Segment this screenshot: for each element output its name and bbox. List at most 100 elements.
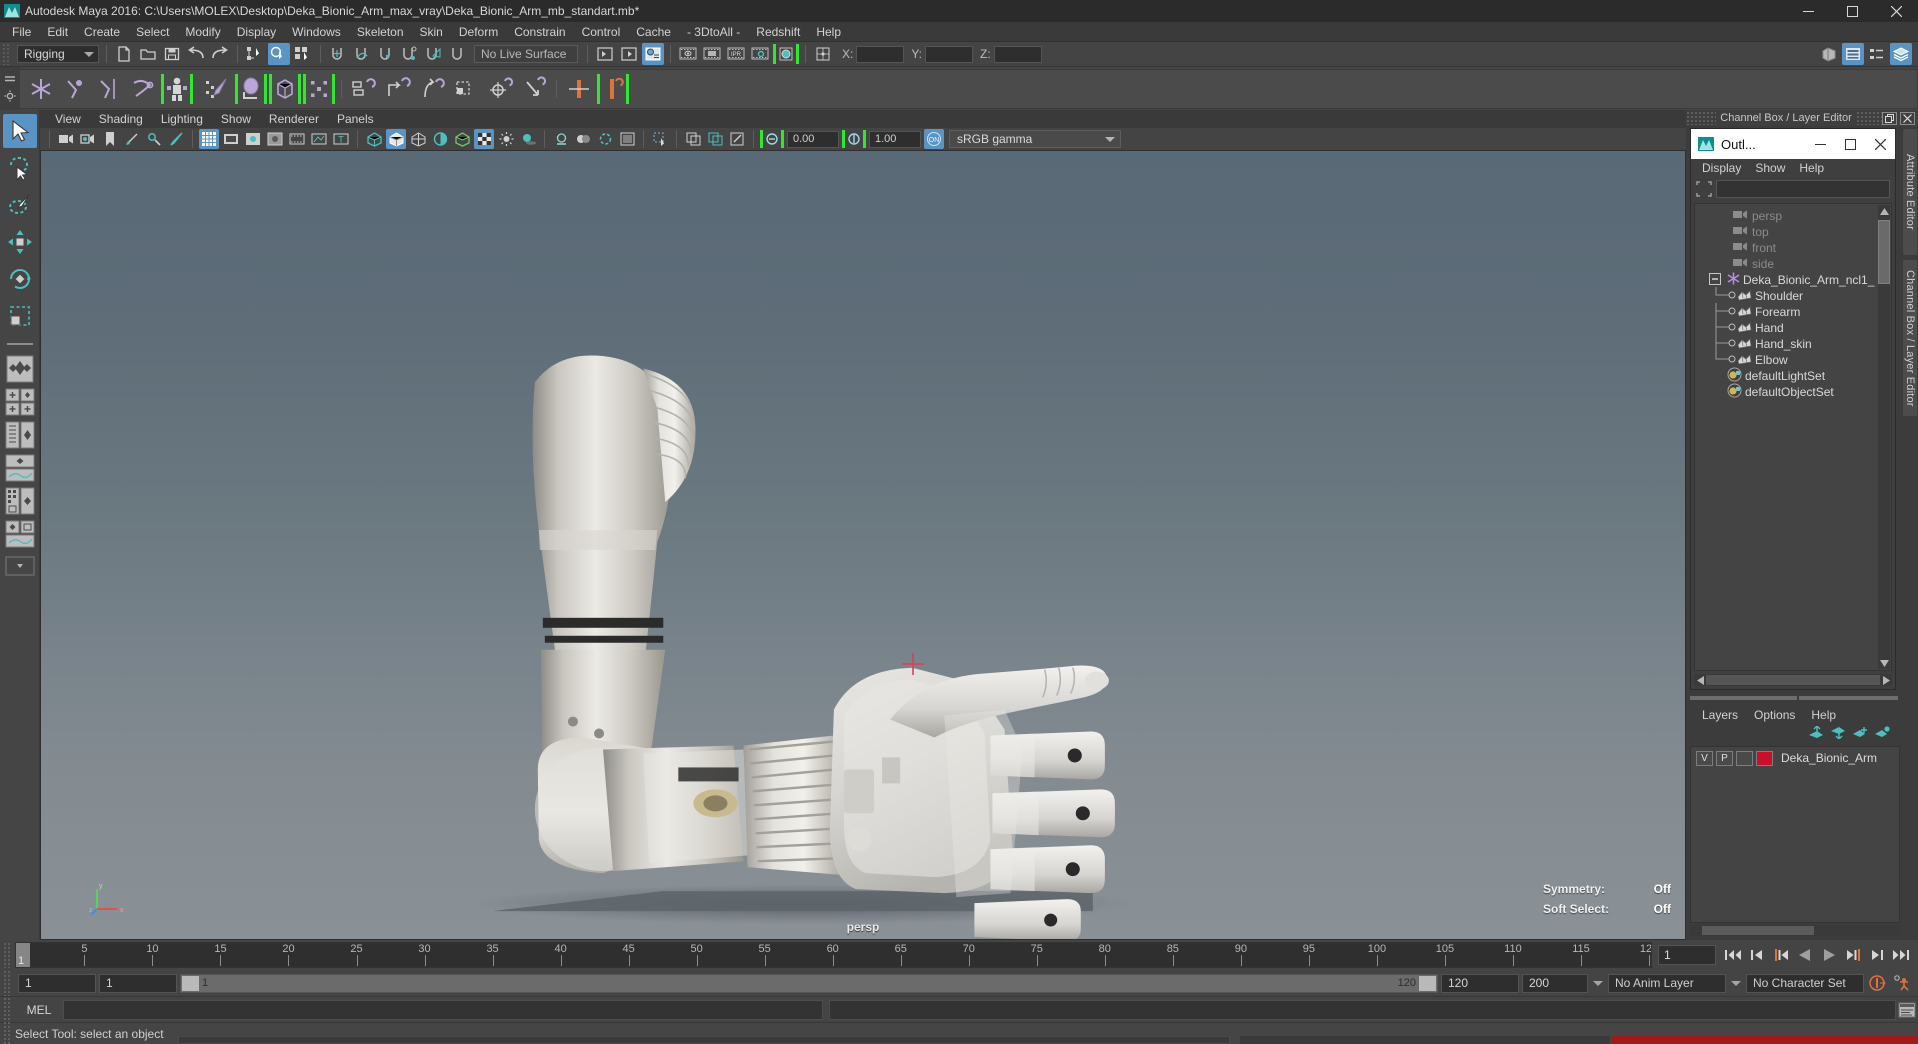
grid-toggle-icon[interactable] [199,129,219,149]
anim-layer-dropdown-arrow[interactable] [1591,980,1605,986]
new-layer-from-selected-icon[interactable] [1874,726,1890,742]
show-sidebar-left-button[interactable] [594,43,616,65]
show-attribute-editor-button[interactable] [642,43,664,65]
go-to-start-button[interactable] [1722,944,1744,966]
isolate-select-icon[interactable] [650,129,670,149]
menu-file[interactable]: File [4,22,39,42]
show-tool-settings-button[interactable] [1866,43,1888,65]
outliner-item-elbow[interactable]: Elbow [1695,350,1891,368]
cluster-deformer-button[interactable] [303,72,335,106]
expander-collapse-icon[interactable] [1709,272,1721,288]
playback-start-time-field[interactable]: 1 [99,973,177,993]
vp-menu-lighting[interactable]: Lighting [152,111,212,127]
outliner-hscroll-thumb[interactable] [1706,675,1880,685]
joint-tool-button[interactable] [25,72,57,106]
current-frame-field[interactable]: 1 [1658,945,1716,965]
paint-skin-weights-button[interactable] [201,72,233,106]
layout-hypershade-button[interactable] [2,486,38,516]
statusline-gripper[interactable] [2,43,11,65]
menu-help[interactable]: Help [808,22,849,42]
resolution-gate-icon[interactable] [243,129,263,149]
outliner-title-bar[interactable]: Outl... [1691,129,1895,159]
menu-skin[interactable]: Skin [412,22,451,42]
ik-handle-tool-button[interactable] [59,72,91,106]
redshift-render-button[interactable] [773,43,799,65]
color-management-dropdown[interactable]: sRGB gamma [949,130,1121,148]
menuset-dropdown[interactable]: Rigging [17,45,99,63]
outliner-tree[interactable]: persp top front side Deka_Bionic_Arm_ncl… [1694,203,1892,671]
set-driven-key-button[interactable] [563,72,595,106]
use-all-lights-icon[interactable] [496,129,516,149]
menu-constrain[interactable]: Constrain [506,22,573,42]
aim-constraint-button[interactable] [484,72,516,106]
smooth-bind-button[interactable] [235,72,267,106]
wireframe-shading-icon[interactable] [364,129,384,149]
outliner-maximize-button[interactable] [1835,129,1865,159]
image-plane-icon[interactable] [122,129,142,149]
snap-point-button[interactable] [375,43,397,65]
redo-button[interactable] [209,43,231,65]
layer-list-horizontal-scrollbar[interactable] [1690,925,1900,936]
bind-skin-button[interactable] [161,72,193,106]
go-to-end-button[interactable] [1890,944,1912,966]
vp-menu-renderer[interactable]: Renderer [260,111,328,127]
open-scene-button[interactable] [137,43,159,65]
paint-effects-icon[interactable] [683,129,703,149]
new-layer-icon[interactable] [1852,726,1868,742]
animation-start-time-field[interactable]: 1 [18,973,96,993]
motion-blur-icon[interactable] [573,129,593,149]
gamma-toggle-icon[interactable] [842,129,866,149]
select-camera-icon[interactable] [56,129,76,149]
menu-cache[interactable]: Cache [628,22,679,42]
outliner-item-default-light-set[interactable]: defaultLightSet [1695,367,1891,384]
help-line-gripper[interactable] [3,1020,12,1044]
character-set-field[interactable]: No Character Set [1746,973,1864,993]
two-d-pan-zoom-icon[interactable] [144,129,164,149]
layer-color-swatch[interactable] [1756,750,1773,766]
outliner-close-button[interactable] [1865,129,1895,159]
render-current-frame-button[interactable] [677,43,699,65]
ipr-render-button[interactable]: IPR [725,43,747,65]
menu-modify[interactable]: Modify [177,22,228,42]
select-filter-icon[interactable] [1696,181,1712,197]
outliner-menu-show[interactable]: Show [1748,160,1792,176]
exposure-toggle-icon[interactable] [760,129,784,149]
redo-render-button[interactable] [701,43,723,65]
show-attribute-editor-panel-button[interactable] [1842,43,1864,65]
layer-playback-toggle[interactable]: P [1716,750,1733,766]
menu-control[interactable]: Control [574,22,629,42]
scroll-right-arrow-icon[interactable] [1880,675,1892,685]
tab-attribute-editor[interactable]: Attribute Editor [1902,128,1918,256]
textured-shading-icon[interactable] [452,129,472,149]
shelf-tab-grip[interactable] [0,66,20,111]
play-forwards-button[interactable] [1818,944,1840,966]
snap-projected-center-button[interactable] [399,43,421,65]
outliner-menu-display[interactable]: Display [1695,160,1748,176]
vp-menu-show[interactable]: Show [212,111,260,127]
multisample-aa-icon[interactable] [595,129,615,149]
layers-menu-options[interactable]: Options [1746,707,1803,723]
camera-attributes-icon[interactable] [78,129,98,149]
layer-hscroll-thumb[interactable] [1702,926,1814,935]
render-settings-button[interactable] [749,43,771,65]
scroll-down-arrow-icon[interactable] [1878,657,1890,669]
save-scene-button[interactable] [161,43,183,65]
layer-list[interactable]: V P Deka_Bionic_Arm [1690,746,1900,923]
orient-constraint-button[interactable] [416,72,448,106]
scroll-up-arrow-icon[interactable] [1878,205,1890,217]
time-slider-playhead[interactable]: 1 [16,943,30,967]
depth-of-field-icon[interactable] [617,129,637,149]
y-input[interactable] [925,45,974,63]
scale-tool-button[interactable] [3,299,37,333]
new-scene-button[interactable] [113,43,135,65]
select-tool-button[interactable] [2,114,37,148]
gamma-value-field[interactable]: 1.00 [869,130,921,148]
time-slider[interactable]: 1 5 10 15 20 25 30 35 40 45 50 55 60 65 70 75 80 85 90 95 1… [15,942,1652,968]
menu-edit[interactable]: Edit [39,22,76,42]
menu-deform[interactable]: Deform [451,22,506,42]
z-input[interactable] [993,45,1042,63]
layout-single-pane-button[interactable] [2,354,38,384]
parent-constraint-button[interactable] [348,72,380,106]
outliner-item-side[interactable]: side [1695,256,1891,272]
animation-end-time-field[interactable]: 200 [1522,973,1588,993]
